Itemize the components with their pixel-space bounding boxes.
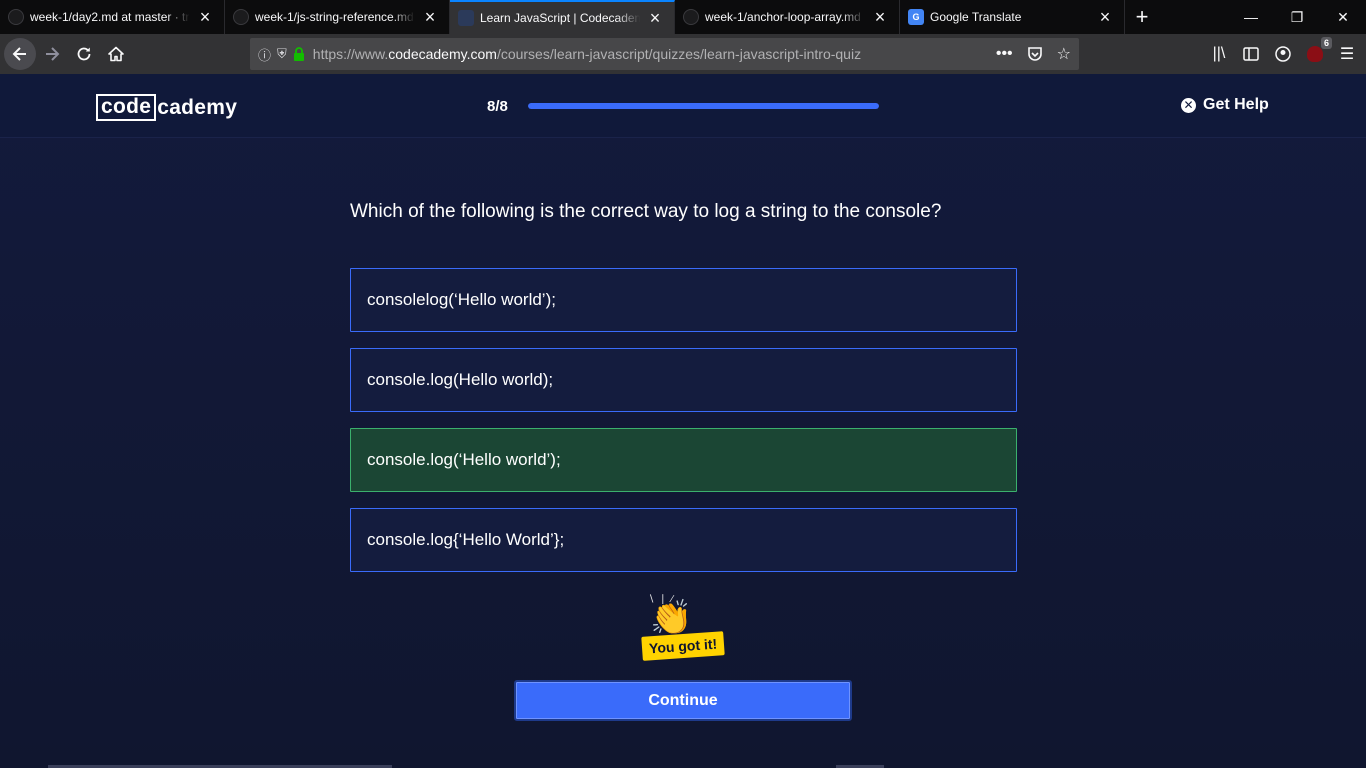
- shield-icon[interactable]: ⛨: [277, 46, 287, 62]
- codecademy-icon: [458, 10, 474, 26]
- answer-text: consolelog(‘Hello world’);: [367, 290, 556, 309]
- extension-badge: 6: [1320, 37, 1332, 49]
- home-icon: [108, 46, 124, 62]
- arrow-left-icon: [12, 47, 26, 61]
- info-icon[interactable]: ⓘ: [258, 45, 271, 64]
- answer-options: consolelog(‘Hello world’); console.log(H…: [350, 268, 1017, 588]
- tab-title: week-1/anchor-loop-array.md: [705, 10, 861, 24]
- help-icon: ✕: [1181, 97, 1196, 113]
- logo-box-text: code: [96, 94, 157, 121]
- url-prefix: https://www.: [312, 46, 389, 62]
- menu-hamburger-icon[interactable]: ☰: [1336, 43, 1358, 65]
- ublock-extension-button[interactable]: 6: [1304, 37, 1332, 65]
- forward-button[interactable]: [36, 38, 68, 70]
- codecademy-page: code cademy 8/8 ✕ Get Help Which of the f…: [0, 74, 1366, 768]
- tab-title: Learn JavaScript | Codecademy: [480, 11, 640, 25]
- address-bar-actions: ••• ☆: [996, 44, 1071, 64]
- codecademy-logo[interactable]: code cademy: [96, 94, 237, 121]
- navigation-bar: ⓘ ⛨ https://www.codecademy.com/courses/l…: [0, 34, 1366, 74]
- tab-title: Google Translate: [930, 10, 1022, 24]
- site-info[interactable]: ⓘ ⛨: [258, 45, 305, 64]
- close-icon[interactable]: ×: [1096, 7, 1114, 27]
- restore-icon[interactable]: ❐: [1274, 0, 1320, 34]
- get-help-label: Get Help: [1203, 96, 1269, 113]
- success-feedback: ∖∣∕ 👏 You got it!: [638, 594, 732, 668]
- answer-option-3-correct[interactable]: console.log(‘Hello world’);: [350, 428, 1017, 492]
- address-bar[interactable]: ⓘ ⛨ https://www.codecademy.com/courses/l…: [250, 38, 1079, 70]
- answer-text: console.log(‘Hello world’);: [367, 450, 561, 469]
- answer-option-1[interactable]: consolelog(‘Hello world’);: [350, 268, 1017, 332]
- quiz-question: Which of the following is the correct wa…: [350, 201, 942, 222]
- ublock-icon: [1307, 46, 1323, 62]
- bookmark-star-icon[interactable]: ☆: [1057, 44, 1071, 64]
- sidebar-icon[interactable]: [1240, 43, 1262, 65]
- continue-button[interactable]: Continue: [514, 680, 852, 721]
- progress-label: 8/8: [487, 98, 508, 115]
- pocket-icon[interactable]: [1027, 46, 1043, 62]
- browser-tab-1[interactable]: week-1/day2.md at master · tri ×: [0, 0, 225, 34]
- github-icon: [683, 9, 699, 25]
- tab-title: week-1/day2.md at master · tri: [30, 10, 190, 24]
- home-button[interactable]: [100, 38, 132, 70]
- browser-tab-4[interactable]: week-1/anchor-loop-array.md ×: [675, 0, 900, 34]
- lock-icon: [293, 47, 304, 61]
- google-translate-icon: G: [908, 9, 924, 25]
- github-icon: [233, 9, 249, 25]
- browser-tab-5[interactable]: G Google Translate ×: [900, 0, 1125, 34]
- answer-option-4[interactable]: console.log{‘Hello World’};: [350, 508, 1017, 572]
- library-icon[interactable]: ||\: [1208, 43, 1230, 65]
- new-tab-button[interactable]: +: [1125, 0, 1159, 34]
- progress-bar-fill: [528, 103, 879, 109]
- clapping-hands-icon: 👏: [650, 599, 693, 637]
- account-icon[interactable]: [1272, 43, 1294, 65]
- github-icon: [8, 9, 24, 25]
- close-icon[interactable]: ×: [421, 7, 439, 27]
- quiz-header: code cademy 8/8 ✕ Get Help: [0, 74, 1366, 138]
- url-domain: codecademy.com: [388, 46, 497, 62]
- answer-option-2[interactable]: console.log(Hello world);: [350, 348, 1017, 412]
- url-path: /courses/learn-javascript/quizzes/learn-…: [496, 46, 862, 62]
- tab-title: week-1/js-string-reference.md: [255, 10, 414, 24]
- close-icon[interactable]: ×: [646, 8, 664, 28]
- window-controls: — ❐ ✕: [1228, 0, 1366, 34]
- browser-tab-2[interactable]: week-1/js-string-reference.md ×: [225, 0, 450, 34]
- get-help-button[interactable]: ✕ Get Help: [1181, 96, 1269, 114]
- minimize-icon[interactable]: —: [1228, 0, 1274, 34]
- close-icon[interactable]: ×: [871, 7, 889, 27]
- reload-button[interactable]: [68, 38, 100, 70]
- back-button[interactable]: [4, 38, 36, 70]
- page-actions-icon[interactable]: •••: [996, 45, 1013, 63]
- close-icon[interactable]: ×: [196, 7, 214, 27]
- window-close-icon[interactable]: ✕: [1320, 0, 1366, 34]
- progress-bar: [528, 103, 879, 109]
- browser-tab-3[interactable]: Learn JavaScript | Codecademy ×: [450, 0, 675, 34]
- tab-bar: week-1/day2.md at master · tri × week-1/…: [0, 0, 1366, 34]
- url-text[interactable]: https://www.codecademy.com/courses/learn…: [313, 46, 996, 62]
- toolbar-right: ||\ 6 ☰: [1208, 37, 1358, 70]
- logo-rest-text: cademy: [157, 95, 238, 119]
- arrow-right-icon: [46, 47, 60, 61]
- feedback-badge: You got it!: [641, 631, 725, 661]
- reload-icon: [77, 47, 91, 61]
- answer-text: console.log{‘Hello World’};: [367, 530, 565, 549]
- answer-text: console.log(Hello world);: [367, 370, 554, 389]
